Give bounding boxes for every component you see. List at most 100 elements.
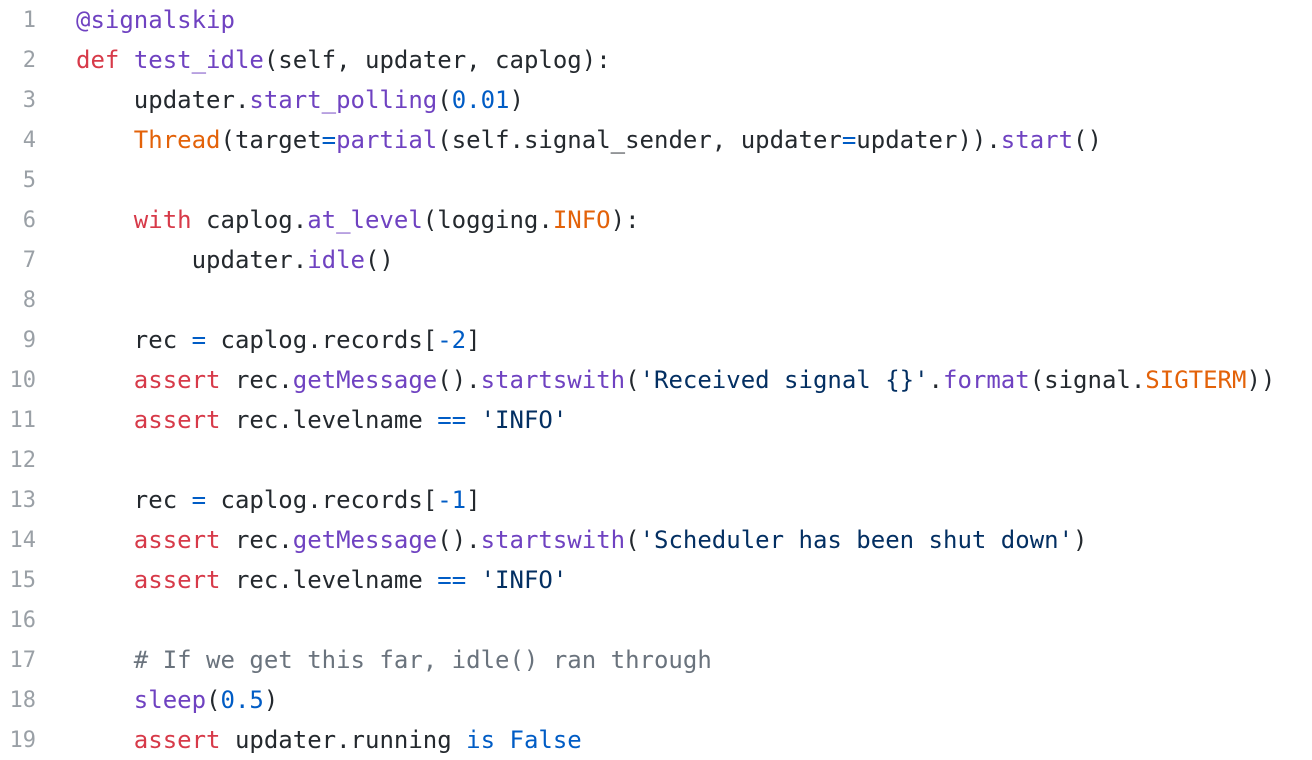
- code-token-plain: (target: [220, 126, 322, 154]
- line-number: 15: [9, 567, 37, 593]
- code-token-keyword: assert: [133, 566, 221, 594]
- line-code: updater.start_polling(0.01): [76, 86, 524, 114]
- line-code: updater.idle(): [76, 246, 394, 274]
- line-number: 17: [9, 647, 37, 673]
- code-token-builtin: Thread: [133, 126, 221, 154]
- code-token-operator: ==: [437, 406, 467, 434]
- code-token-call: start_polling: [249, 86, 438, 114]
- code-token-plain: rec.: [220, 526, 293, 554]
- code-line[interactable]: 12: [0, 440, 1312, 480]
- code-token-call: sleep: [133, 686, 207, 714]
- code-token-plain: ):: [610, 206, 640, 234]
- code-token-keyword: assert: [133, 726, 221, 754]
- line-number: 12: [9, 447, 37, 473]
- line-code: assert rec.levelname == 'INFO': [76, 406, 568, 434]
- code-token-plain: ]: [466, 326, 481, 354]
- code-token-string: 'Received signal {}': [639, 366, 929, 394]
- code-token-number: 0.01: [451, 86, 510, 114]
- code-line[interactable]: 6 with caplog.at_level(logging.INFO):: [0, 200, 1312, 240]
- code-line[interactable]: 7 updater.idle(): [0, 240, 1312, 280]
- code-token-keyword: def: [76, 46, 120, 74]
- code-token-plain: )): [1246, 366, 1276, 394]
- code-token-keyword: assert: [133, 406, 221, 434]
- line-number: 16: [9, 607, 37, 633]
- code-line[interactable]: 5: [0, 160, 1312, 200]
- line-code: rec = caplog.records[-2]: [76, 326, 481, 354]
- code-token-plain: ().: [437, 526, 481, 554]
- code-token-plain: (: [206, 686, 221, 714]
- code-token-plain: (): [364, 246, 394, 274]
- line-number: 4: [22, 127, 36, 153]
- line-number: 19: [9, 727, 37, 753]
- code-token-plain: (logging.: [422, 206, 553, 234]
- code-token-operator: =: [321, 126, 337, 154]
- code-token-operator: =: [191, 326, 207, 354]
- code-token-number: -1: [437, 486, 467, 514]
- line-code: def test_idle(self, updater, caplog):: [76, 46, 611, 74]
- code-token-plain: caplog.: [191, 206, 308, 234]
- code-token-call: at_level: [307, 206, 423, 234]
- code-token-funcdef: test_idle: [133, 46, 264, 74]
- code-token-call: idle: [307, 246, 365, 274]
- code-token-call: partial: [336, 126, 438, 154]
- code-viewer[interactable]: 1 @signalskip 2 def test_idle(self, updater…: [0, 0, 1312, 756]
- code-token-operator: =: [191, 486, 207, 514]
- code-line[interactable]: 9 rec = caplog.records[-2]: [0, 320, 1312, 360]
- code-line[interactable]: 13 rec = caplog.records[-1]: [0, 480, 1312, 520]
- code-line[interactable]: 15 assert rec.levelname == 'INFO': [0, 560, 1312, 600]
- code-token-plain: (signal.: [1029, 366, 1146, 394]
- code-token-plain: caplog.records[: [206, 486, 438, 514]
- code-line[interactable]: 16: [0, 600, 1312, 640]
- code-token-plain: ): [1073, 526, 1088, 554]
- line-number: 14: [9, 527, 37, 553]
- code-line[interactable]: 8: [0, 280, 1312, 320]
- code-line[interactable]: 18 sleep(0.5): [0, 680, 1312, 720]
- code-token-plain: ().: [437, 366, 481, 394]
- code-token-call: startswith: [480, 366, 626, 394]
- code-line[interactable]: 1 @signalskip: [0, 0, 1312, 40]
- code-token-call: getMessage: [292, 526, 438, 554]
- code-token-plain: (: [625, 526, 640, 554]
- line-code: rec = caplog.records[-1]: [76, 486, 481, 514]
- code-line[interactable]: 17 # If we get this far, idle() ran thro…: [0, 640, 1312, 680]
- code-line[interactable]: 14 assert rec.getMessage().startswith('S…: [0, 520, 1312, 560]
- code-token-plain: (self.signal_sender, updater: [437, 126, 842, 154]
- code-line[interactable]: 11 assert rec.levelname == 'INFO': [0, 400, 1312, 440]
- code-token-builtin: INFO: [552, 206, 611, 234]
- line-code: with caplog.at_level(logging.INFO):: [76, 206, 640, 234]
- code-token-plain: caplog.records[: [206, 326, 438, 354]
- code-token-plain: rec.levelname: [220, 406, 438, 434]
- code-token-plain: (): [1073, 126, 1102, 154]
- code-line[interactable]: 2 def test_idle(self, updater, caplog):: [0, 40, 1312, 80]
- code-line[interactable]: 10 assert rec.getMessage().startswith('R…: [0, 360, 1312, 400]
- code-token-number: -2: [437, 326, 467, 354]
- line-code: @signalskip: [76, 6, 235, 34]
- line-code: assert rec.getMessage().startswith('Rece…: [76, 366, 1276, 394]
- code-token-plain: updater.: [191, 246, 308, 274]
- code-token-plain: updater.: [133, 86, 250, 114]
- line-code: assert rec.levelname == 'INFO': [76, 566, 568, 594]
- code-token-decorator: @signalskip: [76, 6, 235, 34]
- code-token-plain: rec: [133, 326, 192, 354]
- code-line[interactable]: 4 Thread(target=partial(self.signal_send…: [0, 120, 1312, 160]
- code-token-string: 'INFO': [480, 406, 568, 434]
- line-code: sleep(0.5): [76, 686, 279, 714]
- line-number: 8: [22, 287, 36, 313]
- code-token-comment: # If we get this far, idle() ran through: [133, 646, 712, 674]
- line-number: 9: [22, 327, 36, 353]
- code-token-string: 'Scheduler has been shut down': [639, 526, 1074, 554]
- line-code: Thread(target=partial(self.signal_sender…: [76, 126, 1102, 154]
- code-line[interactable]: 19 assert updater.running is False: [0, 720, 1312, 760]
- line-number: 18: [9, 687, 37, 713]
- line-code: assert rec.getMessage().startswith('Sche…: [76, 526, 1088, 554]
- code-line[interactable]: 3 updater.start_polling(0.01): [0, 80, 1312, 120]
